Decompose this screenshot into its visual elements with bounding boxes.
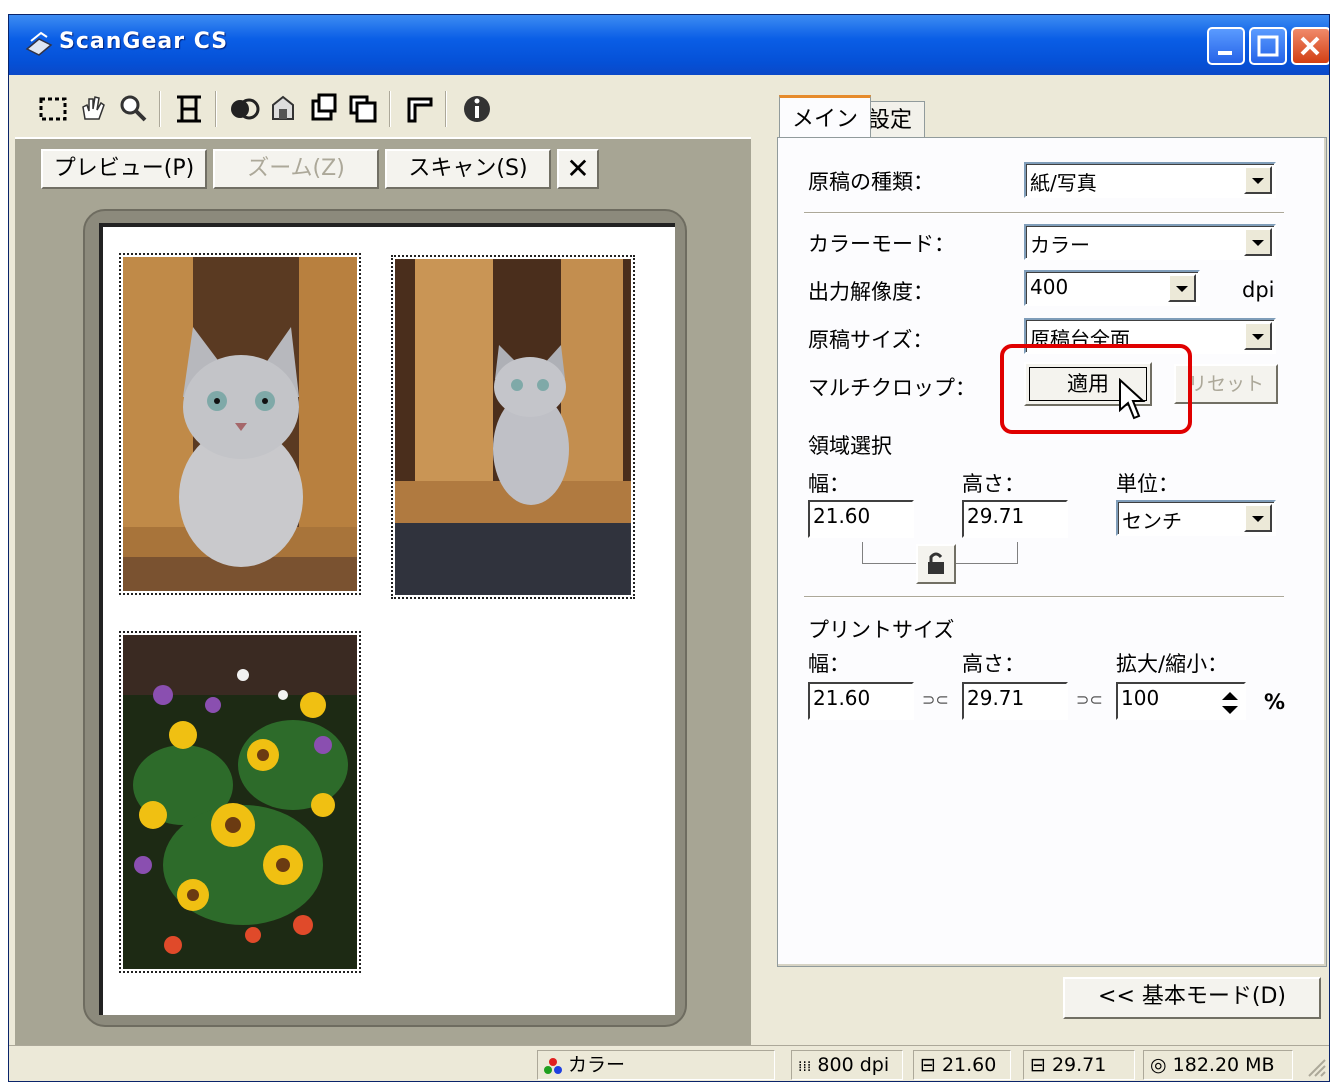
color-icon[interactable] — [227, 91, 263, 127]
mouse-pointer-icon — [1119, 378, 1146, 420]
chevron-down-icon[interactable] — [1244, 166, 1272, 194]
title-bar[interactable]: ScanGear CS — [9, 15, 1329, 75]
scanner-app-icon — [25, 31, 53, 56]
link-icon: ⊃⊂ — [922, 690, 949, 709]
color-mode-value: カラー — [1030, 233, 1090, 257]
rotate-left-icon[interactable] — [305, 91, 341, 127]
area-section-title: 領域選択 — [808, 434, 892, 458]
print-width-input[interactable]: 21.60 — [808, 682, 914, 720]
cat-photo-1[interactable] — [119, 253, 361, 595]
status-file-size: ◎ 182.20 MB — [1143, 1050, 1293, 1080]
width-label: 幅： — [808, 472, 850, 496]
scangear-window: ScanGear CS プレビュー(P) ズーム(Z) スキャン(S) ✕ 設定… — [8, 14, 1330, 1082]
toolbar — [15, 77, 775, 139]
info-icon[interactable] — [459, 91, 495, 127]
zoom-button[interactable]: ズーム(Z) — [213, 149, 379, 189]
multicrop-label: マルチクロップ： — [808, 376, 976, 400]
chevron-down-icon[interactable] — [1168, 274, 1196, 302]
width-input[interactable]: 21.60 — [808, 500, 914, 538]
toolbar-separator — [159, 91, 161, 127]
resolution-select[interactable]: 400 — [1024, 270, 1200, 306]
toolbar-separator — [389, 91, 391, 127]
print-size-section-title: プリントサイズ — [808, 618, 955, 642]
minimize-icon — [1218, 51, 1232, 55]
percent-label: % — [1264, 690, 1286, 714]
rotate-right-icon[interactable] — [345, 91, 381, 127]
unit-value: センチ — [1122, 509, 1182, 533]
preview-pane: プレビュー(P) ズーム(Z) スキャン(S) ✕ — [15, 137, 751, 1045]
dpi-icon: ⁞⁞⁞ — [798, 1059, 812, 1075]
corner-icon[interactable] — [401, 91, 437, 127]
disk-icon: ◎ — [1150, 1054, 1167, 1076]
zoom-tool-icon[interactable] — [115, 91, 151, 127]
toolbar-separator — [215, 91, 217, 127]
height-input[interactable]: 29.71 — [962, 500, 1068, 538]
cat-photo-2[interactable] — [391, 255, 635, 599]
status-width-text: 21.60 — [941, 1054, 997, 1076]
resolution-value: 400 — [1030, 275, 1069, 299]
unit-label: 単位： — [1116, 472, 1179, 496]
auto-crop-icon[interactable] — [171, 91, 207, 127]
print-height-input[interactable]: 29.71 — [962, 682, 1068, 720]
minimize-button[interactable] — [1207, 27, 1245, 65]
print-height-label: 高さ： — [962, 652, 1025, 676]
source-type-select[interactable]: 紙/写真 — [1024, 162, 1276, 198]
height-icon: ⊟ — [1030, 1054, 1046, 1076]
main-tab-page: 原稿の種類： 紙/写真 カラーモード： カラー 出力解像度： 400 dpi 原… — [777, 137, 1327, 967]
color-mode-label: カラーモード： — [808, 232, 955, 256]
lock-icon — [928, 552, 944, 574]
highlight-box — [1000, 344, 1192, 434]
source-type-value: 紙/写真 — [1030, 171, 1097, 195]
link-icon: ⊃⊂ — [1076, 690, 1103, 709]
close-icon — [1300, 36, 1320, 56]
basic-mode-button[interactable]: << 基本モード(D) — [1063, 977, 1321, 1019]
hand-tool-icon[interactable] — [75, 91, 111, 127]
chevron-down-icon[interactable] — [1244, 504, 1272, 532]
scan-button[interactable]: スキャン(S) — [385, 149, 551, 189]
toolbar-separator — [445, 91, 447, 127]
status-dpi-text: 800 dpi — [817, 1054, 890, 1076]
height-label: 高さ： — [962, 472, 1025, 496]
color-mode-icon — [544, 1057, 562, 1074]
resolution-label: 出力解像度： — [808, 280, 934, 304]
source-type-label: 原稿の種類： — [808, 170, 934, 194]
preview-button[interactable]: プレビュー(P) — [41, 149, 207, 189]
dpi-unit-label: dpi — [1242, 278, 1275, 302]
settings-pane: 設定 メイン 原稿の種類： 紙/写真 カラーモード： カラー 出力解像度： 40… — [751, 77, 1329, 1045]
divider — [804, 596, 1284, 598]
status-bar: カラー ⁞⁞⁞ 800 dpi ⊟ 21.60 ⊟ 29.71 ◎ 182.20… — [9, 1045, 1329, 1081]
status-color-text: カラー — [568, 1054, 626, 1076]
mirror-icon[interactable] — [265, 91, 301, 127]
status-height: ⊟ 29.71 — [1023, 1050, 1135, 1080]
status-width: ⊟ 21.60 — [913, 1050, 1011, 1080]
status-resolution: ⁞⁞⁞ 800 dpi — [791, 1050, 903, 1080]
scale-label: 拡大/縮小： — [1116, 652, 1229, 676]
unit-select[interactable]: センチ — [1116, 500, 1276, 536]
print-width-label: 幅： — [808, 652, 850, 676]
chevron-down-icon[interactable] — [1244, 322, 1272, 350]
window-title: ScanGear CS — [59, 29, 229, 54]
crop-tool-icon[interactable] — [35, 91, 71, 127]
status-size-text: 182.20 MB — [1172, 1054, 1275, 1076]
flower-photo[interactable] — [119, 631, 361, 973]
scale-spinner-icon[interactable] — [1218, 688, 1242, 718]
width-icon: ⊟ — [920, 1054, 936, 1076]
chevron-down-icon[interactable] — [1244, 228, 1272, 256]
maximize-button[interactable] — [1249, 27, 1287, 65]
tab-main[interactable]: メイン — [779, 95, 872, 139]
aspect-lock-button[interactable] — [916, 544, 956, 584]
doc-size-label: 原稿サイズ： — [808, 328, 934, 352]
preview-area[interactable] — [99, 223, 675, 1015]
clear-button[interactable]: ✕ — [557, 149, 599, 189]
close-window-button[interactable] — [1291, 27, 1329, 65]
divider — [804, 212, 1284, 214]
status-color-mode: カラー — [537, 1050, 775, 1080]
resize-grip-icon[interactable] — [1305, 1056, 1327, 1078]
color-mode-select[interactable]: カラー — [1024, 224, 1276, 260]
status-height-text: 29.71 — [1051, 1054, 1107, 1076]
maximize-icon — [1257, 35, 1279, 57]
